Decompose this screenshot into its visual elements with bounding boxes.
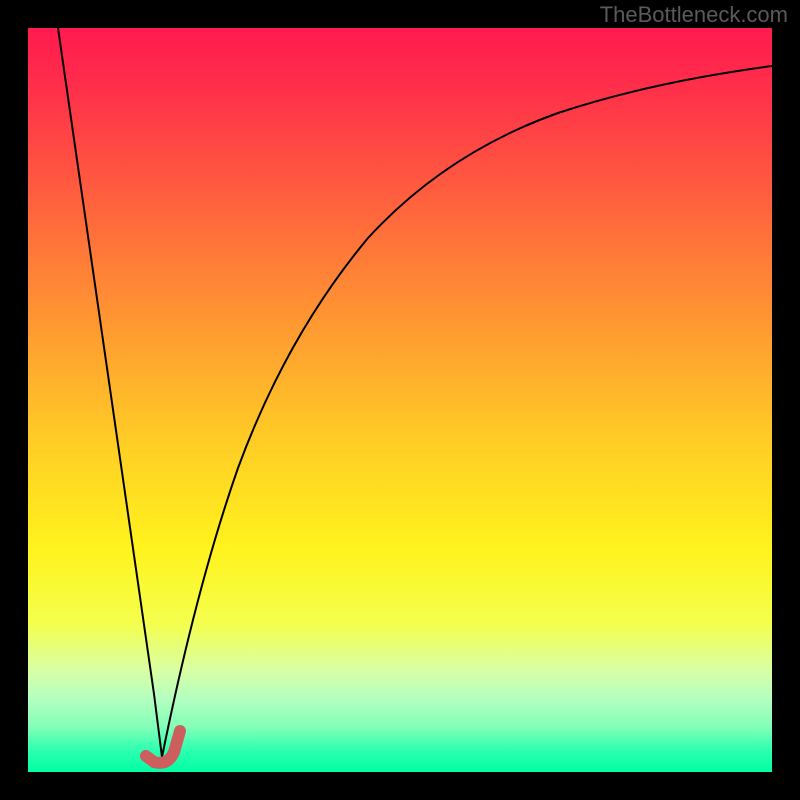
plot-area — [28, 28, 772, 772]
curve-right-branch — [162, 66, 772, 757]
chart-svg — [28, 28, 772, 772]
watermark-text: TheBottleneck.com — [600, 2, 788, 28]
curve-left-branch — [58, 28, 162, 757]
j-marker — [146, 731, 180, 763]
